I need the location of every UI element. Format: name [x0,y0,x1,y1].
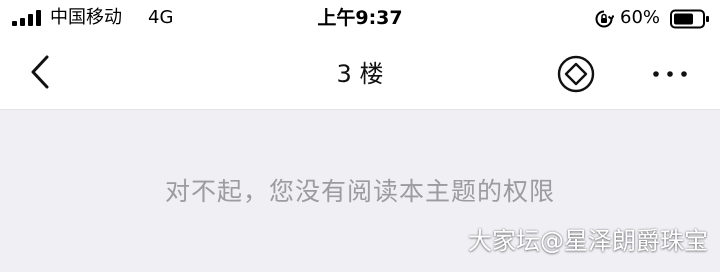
main-content: 对不起，您没有阅读本主题的权限 大家坛@星泽朗爵珠宝 [0,111,720,272]
page-title: 3 楼 [336,60,384,88]
more-icon[interactable] [648,58,692,90]
battery-percent: 60% [620,7,661,28]
status-bar: 中国移动 4G 上午9:37 60% [0,0,720,38]
nav-bar: 3 楼 [0,38,720,110]
watermark: 大家坛@星泽朗爵珠宝 [468,227,708,255]
diamond-coin-icon[interactable] [556,54,596,94]
screen: 中国移动 4G 上午9:37 60% 3 楼 对不起，您没有阅读本主题的权限 大… [0,0,720,272]
no-permission-message: 对不起，您没有阅读本主题的权限 [164,177,555,206]
battery-icon [670,9,709,29]
rotation-lock-icon [595,10,614,28]
